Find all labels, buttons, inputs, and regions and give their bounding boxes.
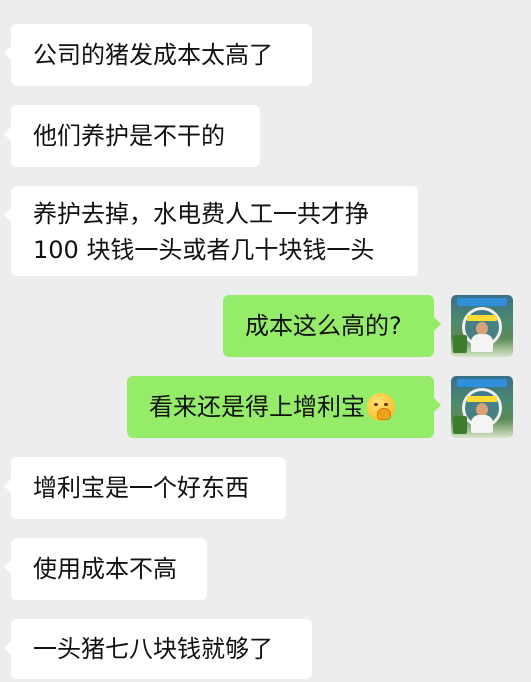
message-bubble-incoming[interactable]: 使用成本不高 (4, 538, 207, 600)
message-bubble-incoming[interactable]: 增利宝是一个好东西 (4, 457, 286, 519)
message-bubble-outgoing[interactable]: 成本这么高的? (223, 295, 441, 357)
message-text: 一头猪七八块钱就够了 (33, 635, 273, 663)
avatar-tag (467, 315, 497, 321)
message-bubble-outgoing[interactable]: 看来还是得上增利宝 (127, 376, 441, 438)
message-bubble-incoming[interactable]: 他们养护是不干的 (4, 105, 260, 167)
message-bubble-incoming[interactable]: 公司的猪发成本太高了 (4, 24, 312, 86)
message-text-line: 养护去掉，水电费人工一共才挣 (33, 200, 369, 228)
avatar-person-body (471, 334, 493, 352)
avatar-strip (453, 335, 467, 353)
thinking-face-emoji-icon (367, 393, 395, 421)
message-text-line: 100 块钱一头或者几十块钱一头 (33, 236, 375, 264)
message-bubble-incoming[interactable]: 养护去掉，水电费人工一共才挣 100 块钱一头或者几十块钱一头 (4, 186, 418, 276)
message-text: 公司的猪发成本太高了 (33, 41, 273, 69)
avatar-strip (453, 416, 467, 434)
avatar-person-body (471, 415, 493, 433)
message-text: 他们养护是不干的 (33, 122, 225, 150)
message-bubble-incoming[interactable]: 一头猪七八块钱就够了 (4, 619, 312, 679)
user-avatar[interactable] (451, 295, 513, 357)
user-avatar[interactable] (451, 376, 513, 438)
message-text: 使用成本不高 (33, 555, 177, 583)
message-text: 成本这么高的? (245, 312, 402, 340)
message-text: 看来还是得上增利宝 (149, 393, 365, 421)
avatar-banner (457, 379, 507, 387)
avatar-banner (457, 298, 507, 306)
avatar-tag (467, 396, 497, 402)
message-text: 增利宝是一个好东西 (33, 474, 249, 502)
